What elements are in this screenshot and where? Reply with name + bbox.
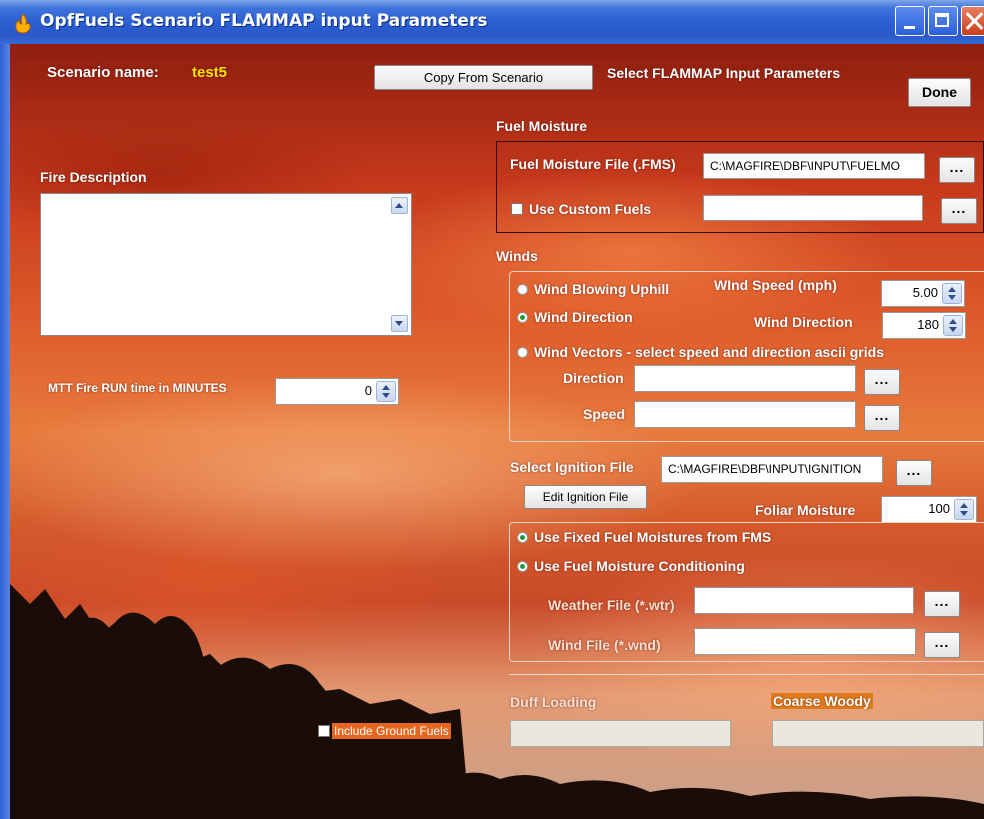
custom-fuels-field[interactable] (703, 195, 923, 221)
edit-ignition-file-button[interactable]: Edit Ignition File (524, 485, 647, 509)
wind-speed-label: WInd Speed (mph) (714, 277, 837, 293)
weather-file-field[interactable] (694, 587, 914, 614)
include-ground-fuels-label: Include Ground Fuels (332, 723, 451, 739)
scroll-down-icon[interactable] (391, 315, 408, 332)
scenario-name-value: test5 (192, 64, 228, 81)
wind-direction-option-label: Wind Direction (534, 309, 633, 325)
wind-uphill-label: Wind Blowing Uphill (534, 281, 670, 297)
fixed-fuel-moistures-label: Use Fixed Fuel Moistures from FMS (534, 529, 772, 545)
duff-loading-label: Duff Loading (510, 694, 597, 710)
fuel-moisture-browse-button[interactable]: ... (939, 157, 975, 183)
wind-vectors-radio[interactable] (517, 347, 528, 358)
wind-vectors-label: Wind Vectors - select speed and directio… (534, 344, 884, 360)
scenario-name-label: Scenario name: (47, 64, 159, 81)
ignition-browse-button[interactable]: ... (896, 460, 932, 486)
spinner-arrows-icon[interactable] (942, 283, 962, 304)
coarse-woody-label: Coarse Woody (771, 693, 873, 709)
fuel-moisture-file-label: Fuel Moisture File (.FMS) (510, 156, 676, 172)
use-custom-fuels-checkbox[interactable] (511, 203, 523, 215)
fuel-moisture-file-field[interactable]: C:\MAGFIRE\DBF\INPUT\FUELMO (703, 153, 925, 179)
mtt-run-time-stepper[interactable]: 0 (275, 378, 399, 405)
fuel-moisture-conditioning-radio[interactable] (517, 561, 528, 572)
fuel-moisture-heading: Fuel Moisture (496, 118, 588, 134)
vector-speed-field[interactable] (634, 401, 856, 428)
flame-app-icon (15, 13, 31, 34)
vector-direction-field[interactable] (634, 365, 856, 392)
coarse-woody-field[interactable] (772, 720, 984, 747)
maximize-icon[interactable] (928, 6, 958, 36)
use-custom-fuels-label: Use Custom Fuels (529, 201, 652, 217)
flammap-input-window: OpfFuels Scenario FLAMMAP input Paramete… (0, 0, 984, 819)
minimize-icon[interactable] (895, 6, 925, 36)
section-divider (509, 674, 984, 675)
fuel-moisture-conditioning-label: Use Fuel Moisture Conditioning (534, 558, 745, 574)
vector-speed-label: Speed (583, 406, 626, 422)
wind-file-label: Wind File (*.wnd) (548, 637, 661, 653)
vector-direction-label: Direction (563, 370, 624, 386)
title-bar[interactable]: OpfFuels Scenario FLAMMAP input Paramete… (0, 0, 984, 44)
winds-heading: Winds (496, 248, 538, 264)
close-icon[interactable] (961, 6, 984, 36)
wind-speed-stepper[interactable]: 5.00 (881, 280, 965, 307)
foliar-moisture-value: 100 (928, 501, 950, 516)
done-button[interactable]: Done (908, 78, 971, 107)
window-left-border (0, 44, 10, 819)
copy-from-scenario-button[interactable]: Copy From Scenario (374, 65, 593, 90)
wind-speed-value: 5.00 (912, 285, 938, 300)
wind-file-field[interactable] (694, 628, 916, 655)
ignition-file-label: Select Ignition File (510, 459, 634, 475)
section-title: Select FLAMMAP Input Parameters (607, 65, 841, 81)
fire-description-label: Fire Description (40, 169, 147, 185)
foliar-moisture-label: Foliar Moisture (755, 502, 856, 518)
mtt-run-time-label: MTT Fire RUN time in MINUTES (48, 381, 227, 395)
include-ground-fuels-checkbox[interactable] (318, 725, 330, 737)
ignition-file-field[interactable]: C:\MAGFIRE\DBF\INPUT\IGNITION (661, 456, 883, 483)
wind-file-browse-button[interactable]: ... (924, 632, 960, 658)
scroll-up-icon[interactable] (391, 197, 408, 214)
weather-file-label: Weather File (*.wtr) (548, 597, 675, 613)
foliar-moisture-stepper[interactable]: 100 (881, 496, 977, 523)
custom-fuels-browse-button[interactable]: ... (941, 198, 977, 224)
wind-uphill-radio[interactable] (517, 284, 528, 295)
vector-direction-browse-button[interactable]: ... (864, 369, 900, 395)
vector-speed-browse-button[interactable]: ... (864, 405, 900, 431)
spinner-arrows-icon[interactable] (954, 499, 974, 520)
weather-file-browse-button[interactable]: ... (924, 591, 960, 617)
wind-direction-radio[interactable] (517, 312, 528, 323)
wind-direction-label: Wind Direction (754, 314, 853, 330)
wind-direction-stepper[interactable]: 180 (882, 312, 966, 339)
spinner-arrows-icon[interactable] (376, 381, 396, 402)
wind-direction-value: 180 (917, 317, 939, 332)
duff-loading-field[interactable] (510, 720, 731, 747)
fixed-fuel-moistures-radio[interactable] (517, 532, 528, 543)
mtt-run-time-value: 0 (364, 383, 372, 398)
spinner-arrows-icon[interactable] (943, 315, 963, 336)
fire-description-textarea[interactable] (40, 193, 412, 336)
window-title: OpfFuels Scenario FLAMMAP input Paramete… (40, 11, 488, 31)
